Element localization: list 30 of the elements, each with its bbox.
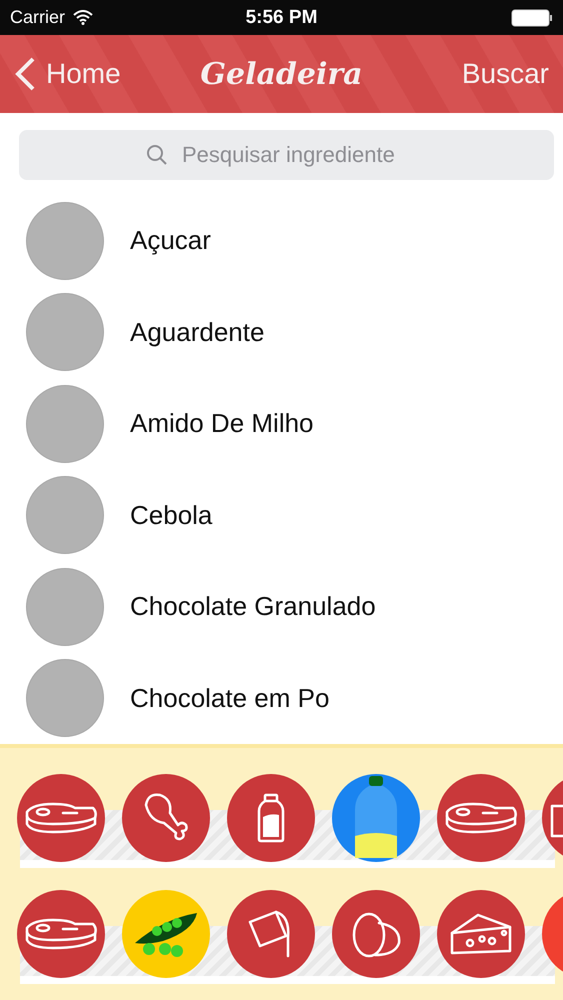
ingredient-name[interactable]: Amido De Milho xyxy=(130,408,314,440)
carrier-label: Carrier xyxy=(10,7,66,28)
chevron-left-icon xyxy=(14,57,36,91)
screen-title: Geladeira xyxy=(200,56,363,92)
ingredient-name[interactable]: Cebola xyxy=(130,500,212,531)
food-button[interactable] xyxy=(17,774,105,862)
ingredient-name[interactable]: Aguardente xyxy=(130,316,264,348)
clock-time: 5:56 PM xyxy=(246,6,318,28)
back-button[interactable]: Home xyxy=(14,57,121,91)
back-label[interactable]: Home xyxy=(46,58,121,90)
food-button[interactable] xyxy=(437,890,525,978)
food-button[interactable] xyxy=(122,890,210,978)
steak-icon xyxy=(443,800,519,836)
food-button[interactable] xyxy=(227,774,315,862)
ingredient-name[interactable]: Chocolate em Po xyxy=(130,682,330,714)
food-button[interactable] xyxy=(437,774,525,862)
bottle-icon xyxy=(257,793,285,843)
food-button[interactable] xyxy=(227,890,315,978)
battery-icon xyxy=(511,8,553,26)
cheese-icon xyxy=(448,911,514,957)
wifi-icon xyxy=(73,10,94,25)
food-button[interactable] xyxy=(332,890,420,978)
food-button[interactable] xyxy=(122,774,210,862)
ingredient-name[interactable]: Açucar xyxy=(130,225,211,256)
food-button[interactable] xyxy=(17,890,105,978)
search-field[interactable]: Pesquisar ingrediente xyxy=(19,130,554,180)
steak-icon xyxy=(23,800,99,836)
ingredient-name[interactable]: Chocolate Granulado xyxy=(130,591,376,622)
search-action-link[interactable]: Buscar xyxy=(462,58,549,90)
steak-icon xyxy=(23,916,99,952)
